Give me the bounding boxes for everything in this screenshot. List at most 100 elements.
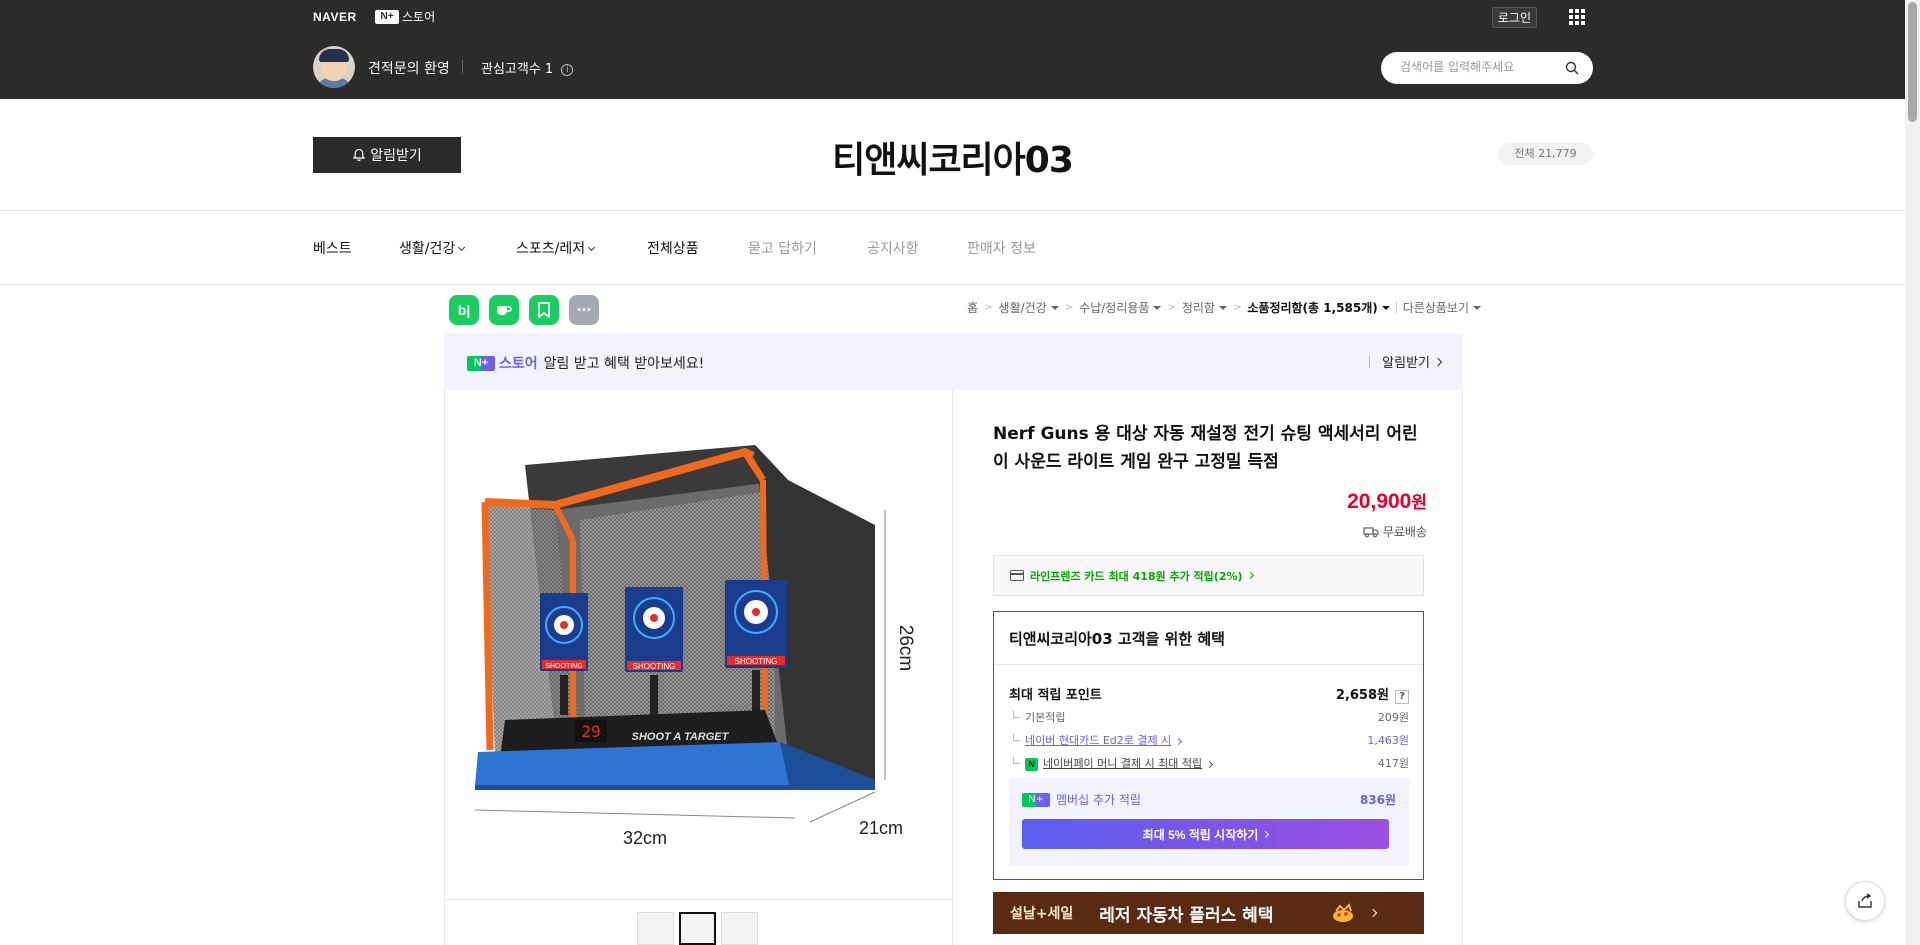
card-icon	[1010, 570, 1024, 581]
nav-label: 공지사항	[867, 241, 919, 257]
breadcrumb-organizer[interactable]: 정리함	[1182, 299, 1227, 316]
breadcrumb-label: 생활/건강	[998, 301, 1047, 315]
more-icon[interactable]: ···	[569, 295, 599, 325]
store-greeting: 견적문의 환영	[368, 61, 450, 77]
point-row-basic: 기본적립 209원	[1009, 709, 1409, 725]
price-value: 20,900	[1347, 490, 1412, 513]
search-icon[interactable]	[1565, 61, 1579, 75]
breadcrumb-current[interactable]: 소품정리함(총 1,585개)	[1247, 299, 1390, 316]
nplus-icon: N+	[375, 9, 399, 24]
naver-logo[interactable]: NAVER	[313, 10, 357, 24]
shipping-info: 무료배송	[1363, 523, 1427, 540]
breadcrumb-separator: >	[1232, 302, 1242, 313]
npay-money-link[interactable]: 네이버페이 머니 결제 시 최대 적립	[1043, 757, 1202, 770]
event-text: 레저 자동차 플러스 혜택	[1099, 905, 1274, 926]
point-row-hyundai-card: 네이버 현대카드 Ed2로 결제 시 1,463원	[1009, 732, 1409, 748]
scrollbar-thumb[interactable]	[1908, 2, 1917, 122]
npay-icon: N	[1025, 758, 1038, 771]
max-points-value: 2,658원	[1335, 688, 1389, 703]
promo-subscribe-link[interactable]: 알림받기	[1369, 352, 1443, 371]
thumbnail-active[interactable]	[679, 912, 716, 945]
thumbnail[interactable]	[637, 912, 674, 945]
caret-down-icon	[1153, 305, 1162, 310]
cafe-share-icon[interactable]	[489, 295, 519, 325]
breadcrumb-home[interactable]: 홈	[967, 299, 978, 316]
blog-share-icon[interactable]: b|	[449, 295, 479, 325]
product-price: 20,900원	[1347, 488, 1427, 514]
product-title: Nerf Guns 용 대상 자동 재설정 전기 슈팅 액세서리 어린이 사운드…	[993, 424, 1418, 472]
nplus-icon: N+	[467, 355, 495, 371]
nav-item-all-products[interactable]: 전체상품	[647, 238, 699, 258]
nav-label: 베스트	[313, 241, 352, 257]
hyundai-card-link[interactable]: 네이버 현대카드 Ed2로 결제 시	[1025, 734, 1171, 747]
breadcrumb-storage[interactable]: 수납/정리용품	[1079, 299, 1162, 316]
dimension-height-label: 26cm	[895, 625, 916, 671]
nav-label: 전체상품	[647, 241, 699, 257]
product-thumbnails	[637, 912, 758, 945]
chevron-right-icon	[1175, 737, 1183, 746]
promo-action-label: 알림받기	[1382, 356, 1430, 371]
card-benefit-banner[interactable]: 라인프렌즈 카드 최대 418원 추가 적립(2%)	[993, 555, 1424, 596]
info-icon[interactable]: i	[561, 63, 574, 76]
search-input[interactable]	[1400, 60, 1560, 74]
product-section: SHOOTING SHOOTING SHOOTING 29 SHOOT A TA…	[444, 390, 1463, 945]
card-benefit-label: 라인프렌즈 카드 최대 418원 추가 적립(2%)	[1030, 569, 1243, 583]
max-points-row: 최대 적립 포인트 2,658원?	[1009, 684, 1409, 704]
nav-item-seller-info[interactable]: 판매자 정보	[967, 238, 1036, 258]
promo-message: 알림 받고 혜택 받아보세요!	[543, 356, 705, 372]
page-scrollbar[interactable]	[1905, 0, 1920, 945]
share-icon	[1858, 893, 1872, 908]
breadcrumb-label: 홈	[967, 301, 979, 315]
nav-label: 묻고 답하기	[748, 241, 817, 257]
membership-label: 멤버십 추가 적립	[1056, 793, 1141, 807]
brand-mark: SHOOT A TARGET	[632, 731, 730, 743]
chevron-right-icon	[1369, 908, 1378, 918]
nav-item-qna[interactable]: 묻고 답하기	[748, 238, 817, 258]
store-promo-banner[interactable]: N+ 스토어 알림 받고 혜택 받아보세요! 알림받기	[444, 333, 1463, 390]
thumbnail[interactable]	[721, 912, 758, 945]
point-label-wrap: N 네이버페이 머니 결제 시 최대 적립	[1009, 755, 1214, 771]
category-nav: 베스트 생활/건강 스포츠/레저 전체상품 묻고 답하기 공지사항 판매자 정보	[0, 212, 1905, 285]
caret-down-icon	[1218, 305, 1227, 310]
share-icons: b| ···	[449, 295, 599, 325]
global-header: NAVER N+ 스토어 로그인 견적문의 환영 관심고객수 1 i	[0, 0, 1905, 99]
caret-down-icon	[1473, 305, 1481, 310]
breadcrumb-label: 정리함	[1181, 301, 1215, 315]
login-button[interactable]: 로그인	[1491, 7, 1537, 28]
breadcrumb-separator: >	[1167, 302, 1176, 313]
nav-item-best[interactable]: 베스트	[313, 238, 352, 258]
breadcrumb-label: 소품정리함(총 1,585개)	[1247, 301, 1378, 315]
counter-display: 29	[581, 722, 600, 741]
breadcrumb-label: 수납/정리용품	[1079, 301, 1150, 315]
store-profile-row: 견적문의 환영 관심고객수 1 i	[313, 46, 1593, 88]
benefit-title: 티앤씨코리아03 고객을 위한 혜택	[1009, 630, 1225, 648]
nstore-logo[interactable]: N+ 스토어	[375, 8, 435, 25]
other-products-link[interactable]: 다른상품보기	[1403, 299, 1481, 316]
global-header-row: NAVER N+ 스토어 로그인	[313, 0, 1593, 34]
nav-label: 판매자 정보	[967, 241, 1036, 257]
point-value: 209원	[1377, 711, 1409, 724]
target-label: SHOOTING	[545, 663, 582, 670]
total-products-badge[interactable]: 전체 21,779	[1498, 143, 1593, 165]
nstore-label: 스토어	[402, 10, 436, 24]
floating-share-button[interactable]	[1845, 881, 1885, 921]
membership-row: N+ 멤버십 추가 적립 836원	[1022, 791, 1396, 808]
event-banner[interactable]: 설날+세일 레저 자동차 플러스 혜택	[993, 892, 1424, 934]
store-avatar[interactable]	[313, 46, 355, 88]
membership-start-button[interactable]: 최대 5% 적립 시작하기	[1022, 819, 1389, 849]
nav-item-notice[interactable]: 공지사항	[867, 238, 919, 258]
help-icon[interactable]: ?	[1395, 690, 1409, 704]
nav-item-living-health[interactable]: 생활/건강	[399, 238, 466, 258]
breadcrumb-separator: >	[984, 302, 993, 313]
dimension-depth-label: 21cm	[859, 818, 903, 838]
membership-box: N+ 멤버십 추가 적립 836원 최대 5% 적립 시작하기	[1009, 778, 1409, 866]
bookmark-share-icon[interactable]	[529, 295, 559, 325]
app-grid-icon[interactable]	[1569, 9, 1585, 25]
shipping-label: 무료배송	[1382, 525, 1427, 539]
breadcrumb: 홈 > 생활/건강 > 수납/정리용품 > 정리함 > 소품정리함(총 1,58…	[967, 299, 1481, 316]
event-tag: 설날+세일	[1010, 906, 1074, 922]
breadcrumb-living-health[interactable]: 생활/건강	[999, 299, 1059, 316]
nav-item-sports-leisure[interactable]: 스포츠/레저	[516, 238, 596, 258]
product-main-image[interactable]: SHOOTING SHOOTING SHOOTING 29 SHOOT A TA…	[445, 390, 953, 900]
store-title[interactable]: 티앤씨코리아03	[0, 131, 1905, 183]
